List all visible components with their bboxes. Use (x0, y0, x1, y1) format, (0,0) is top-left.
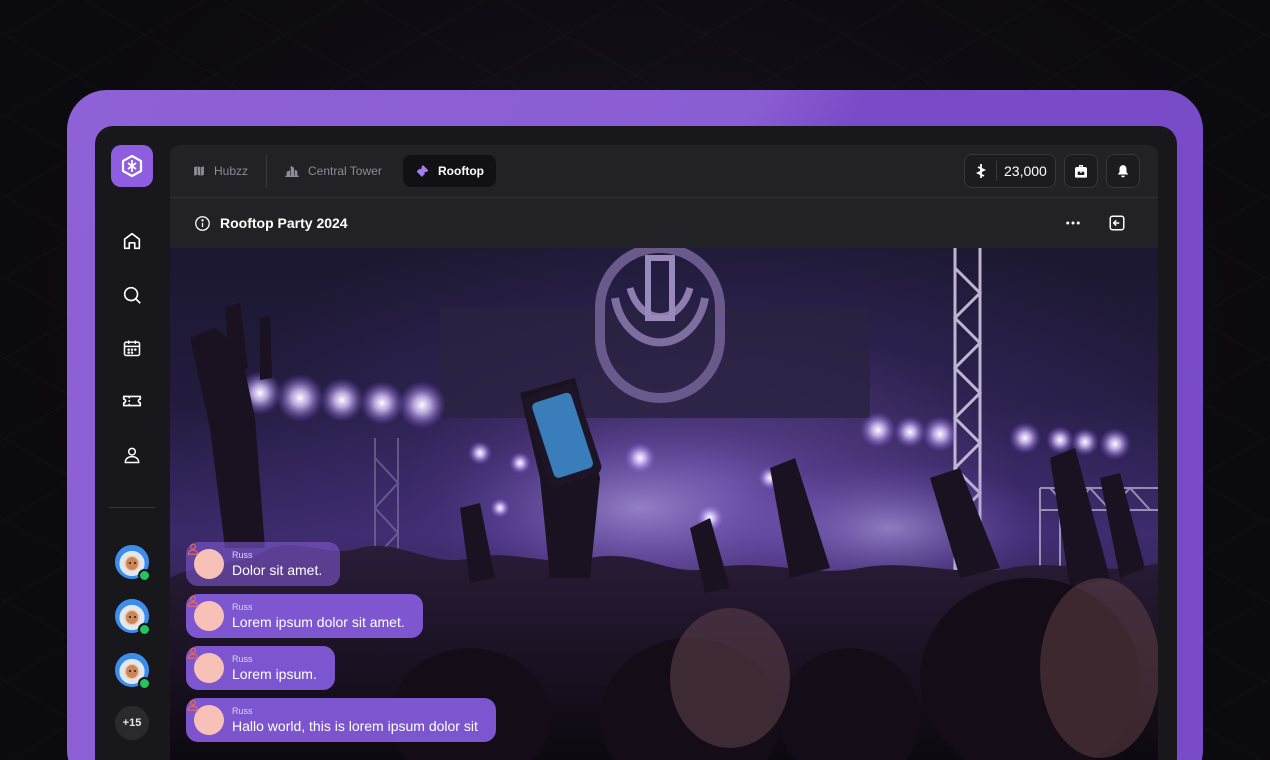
chat-text: Dolor sit amet. (232, 561, 323, 578)
more-horizontal-icon[interactable] (1064, 214, 1082, 232)
breadcrumb-central-tower[interactable]: Central Tower (272, 155, 394, 187)
chat-author: Russ (232, 705, 253, 716)
hubzz-logo-icon[interactable] (111, 145, 153, 187)
ticket-icon (122, 395, 142, 407)
chat-text: Lorem ipsum dolor sit amet. (232, 613, 405, 630)
online-user-avatar[interactable] (115, 599, 151, 636)
online-status-dot (138, 569, 151, 582)
balance-display[interactable]: 23,000 (964, 154, 1056, 188)
info-icon[interactable] (194, 215, 211, 232)
user-icon (124, 447, 140, 464)
chat-avatar (187, 595, 224, 631)
breadcrumb-label: Rooftop (438, 164, 484, 178)
online-user-avatar[interactable] (115, 545, 151, 582)
online-user-avatar[interactable] (115, 653, 151, 690)
event-title: Rooftop Party 2024 (220, 215, 348, 231)
nav-calendar[interactable] (117, 333, 147, 363)
sidebar-divider (109, 507, 155, 508)
chat-author: Russ (232, 601, 253, 612)
chat-author: Russ (232, 653, 253, 664)
top-bar: Hubzz Central Tower Rooftop 23,000 (170, 145, 1158, 198)
hubzz-coin-icon (975, 164, 986, 178)
user-icon (187, 647, 199, 659)
map-icon (193, 165, 205, 177)
nav-search[interactable] (117, 280, 147, 310)
online-status-dot (138, 677, 151, 690)
backpack-button[interactable] (1064, 154, 1098, 188)
chat-avatar (187, 699, 224, 735)
chat-avatar (187, 647, 224, 683)
notifications-button[interactable] (1106, 154, 1140, 188)
event-title-bar: Rooftop Party 2024 (170, 198, 1158, 248)
building-icon (285, 165, 299, 177)
search-icon (123, 286, 141, 304)
exit-icon[interactable] (1108, 214, 1126, 232)
nav-home[interactable] (117, 226, 147, 256)
nav-tickets[interactable] (117, 386, 147, 416)
user-icon (187, 699, 199, 711)
user-icon (187, 595, 199, 607)
breadcrumb-hubzz[interactable]: Hubzz (180, 155, 260, 187)
breadcrumb-label: Hubzz (214, 164, 249, 178)
chat-message: Russ Dolor sit amet. (186, 542, 341, 586)
chat-text: Lorem ipsum. (232, 665, 317, 682)
breadcrumb-separator (266, 154, 267, 188)
chat-message: Russ Lorem ipsum. (186, 646, 335, 690)
chat-author: Russ (232, 549, 253, 560)
chat-avatar (187, 543, 224, 579)
chat-message: Russ Hallo world, this is lorem ipsum do… (186, 698, 496, 742)
breadcrumb-rooftop[interactable]: Rooftop (403, 155, 496, 187)
nav-profile[interactable] (117, 440, 147, 470)
main-panel: Hubzz Central Tower Rooftop 23,000 Rooft… (170, 145, 1158, 760)
breadcrumb-label: Central Tower (308, 164, 382, 178)
online-status-dot (138, 623, 151, 636)
calendar-icon (123, 340, 141, 357)
event-stream-view[interactable]: Russ Dolor sit amet. Russ Lorem ipsum do… (170, 248, 1158, 760)
chat-text: Hallo world, this is lorem ipsum dolor s… (232, 717, 478, 734)
backpack-icon (1075, 165, 1087, 178)
sidebar: +15 (95, 126, 170, 760)
home-icon (123, 232, 141, 250)
app-window: +15 Hubzz Central Tower Rooftop 23,000 R… (95, 126, 1177, 760)
user-icon (187, 543, 199, 555)
ticket-icon (416, 165, 429, 177)
more-users-badge[interactable]: +15 (115, 706, 149, 740)
bell-icon (1117, 165, 1129, 178)
chat-message: Russ Lorem ipsum dolor sit amet. (186, 594, 423, 638)
balance-value: 23,000 (1004, 163, 1047, 179)
